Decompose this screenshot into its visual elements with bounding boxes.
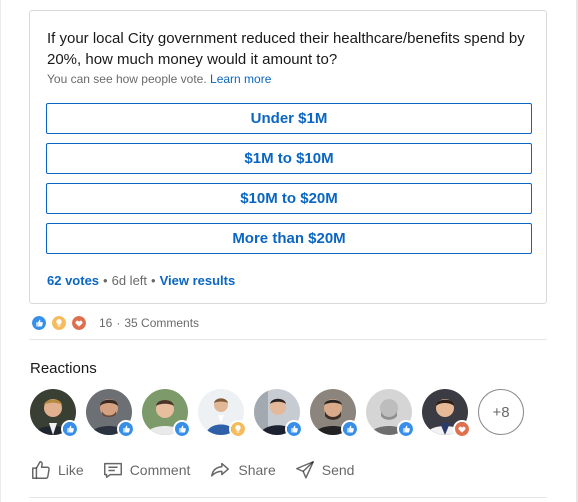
love-icon (71, 315, 87, 331)
reactor-avatar-7[interactable] (366, 389, 415, 438)
reactor-avatar-8[interactable] (422, 389, 471, 438)
like-icon (397, 420, 415, 438)
comment-label: Comment (129, 462, 191, 478)
thumbs-up-icon (32, 461, 50, 479)
poll-option-1m-to-10m[interactable]: $1M to $10M (46, 143, 532, 174)
vote-note-text: You can see how people vote. (47, 72, 207, 86)
like-icon (341, 420, 359, 438)
like-icon (173, 420, 191, 438)
like-icon (61, 420, 79, 438)
comments-count-link[interactable]: 35 Comments (124, 316, 199, 330)
reactor-avatar-5[interactable] (254, 389, 303, 438)
dot-separator: · (116, 316, 121, 330)
poll-option-more-than-20m[interactable]: More than $20M (46, 223, 532, 254)
bullet-separator: • (103, 273, 108, 288)
reactor-avatar-3[interactable] (142, 389, 191, 438)
reaction-count[interactable]: 16 (99, 316, 112, 330)
poll-options: Under $1M $1M to $10M $10M to $20M More … (46, 103, 532, 263)
send-label: Send (321, 462, 355, 478)
like-icon (285, 420, 303, 438)
reactor-avatar-1[interactable] (30, 389, 79, 438)
insightful-icon (229, 420, 247, 438)
send-paper-plane-icon (295, 461, 314, 479)
learn-more-link[interactable]: Learn more (210, 72, 271, 86)
share-button[interactable]: Share (204, 455, 279, 485)
more-reactors-button[interactable]: +8 (478, 389, 524, 435)
reactor-avatars: +8 (30, 389, 524, 438)
reaction-icon-stack[interactable] (31, 315, 91, 331)
poll-time-left: 6d left (111, 273, 148, 288)
reactor-avatar-2[interactable] (86, 389, 135, 438)
post-action-bar: Like Comment Share Send (26, 455, 368, 485)
section-divider (29, 339, 547, 340)
social-counts: 16 · 35 Comments (31, 314, 199, 332)
like-label: Like (58, 462, 84, 478)
like-icon (117, 420, 135, 438)
share-arrow-icon (211, 462, 230, 477)
poll-footer: 62 votes • 6d left • View results (47, 273, 235, 288)
poll-question: If your local City government reduced th… (47, 30, 525, 68)
reactor-avatar-4[interactable] (198, 389, 247, 438)
reactor-avatar-6[interactable] (310, 389, 359, 438)
send-button[interactable]: Send (290, 455, 359, 485)
bottom-divider (29, 497, 547, 498)
bullet-separator: • (151, 273, 156, 288)
poll-option-10m-to-20m[interactable]: $10M to $20M (46, 183, 532, 214)
poll-option-under-1m[interactable]: Under $1M (46, 103, 532, 134)
like-icon (31, 315, 47, 331)
poll-card: If your local City government reduced th… (29, 10, 547, 304)
poll-votes-link[interactable]: 62 votes (47, 273, 99, 288)
insightful-icon (51, 315, 67, 331)
view-results-link[interactable]: View results (160, 273, 236, 288)
poll-vote-note: You can see how people vote. Learn more (47, 72, 271, 86)
panel-left-edge (0, 0, 1, 502)
love-icon (453, 420, 471, 438)
comment-icon (103, 462, 122, 479)
share-label: Share (238, 462, 276, 478)
like-button[interactable]: Like (26, 455, 88, 485)
comment-button[interactable]: Comment (98, 455, 195, 485)
reactions-heading: Reactions (30, 360, 97, 377)
